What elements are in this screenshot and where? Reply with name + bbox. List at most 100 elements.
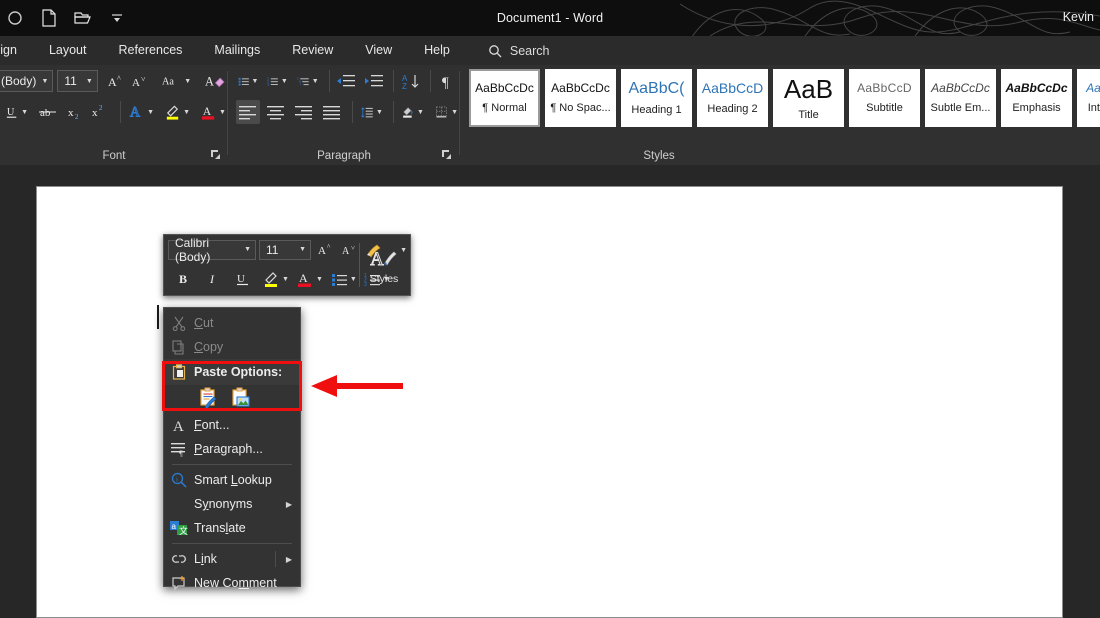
style-card-no-spacing[interactable]: AaBbCcDc ¶ No Spac... [545,69,616,127]
context-menu-item-paste-options[interactable]: Paste Options: [164,359,300,385]
context-menu-item-paragraph[interactable]: ¶ Paragraph... [164,437,300,461]
context-menu-item-copy[interactable]: Copy [164,335,300,359]
mini-font-name-value: Calibri (Body) [175,235,211,264]
ribbon-group-label-styles: Styles [643,150,675,162]
font-icon: A [164,417,194,433]
svg-text:U: U [237,273,245,285]
svg-text:¶: ¶ [442,75,449,90]
mini-toolbar[interactable]: Calibri (Body) ▼ 11 ▼ A ^ A ˅ B I U ▼ A … [163,234,411,296]
svg-text:ab: ab [40,107,51,119]
tab-layout[interactable]: Layout [33,36,103,65]
tab-references[interactable]: References [102,36,198,65]
align-left-button[interactable] [236,100,260,124]
justify-button[interactable] [320,100,344,124]
text-cursor [157,305,159,329]
mini-bold-button[interactable]: B [172,267,196,291]
context-menu-item-smart-lookup[interactable]: i Smart Lookup [164,468,300,492]
svg-text:^: ^ [117,74,121,83]
tab-view[interactable]: View [349,36,408,65]
context-menu-item-font[interactable]: A Font... [164,413,300,437]
mini-font-color-button[interactable]: A ▼ [295,267,325,291]
context-menu-item-cut[interactable]: Cut [164,311,300,335]
mini-font-size-value: 11 [266,242,279,257]
chevron-down-icon: ▼ [41,77,49,85]
mini-underline-button[interactable]: U [230,267,254,291]
context-menu-item-link[interactable]: Link ▶ [164,547,300,571]
borders-button[interactable]: ▼ [433,100,460,124]
svg-text:2: 2 [99,104,103,112]
paste-keep-source-formatting-icon[interactable] [198,386,220,408]
svg-text:i: i [176,476,178,484]
style-card-heading-2[interactable]: AaBbCcD Heading 2 [697,69,768,127]
mini-font-name-combo[interactable]: Calibri (Body) ▼ [168,236,256,264]
tab-review[interactable]: Review [276,36,349,65]
align-right-button[interactable] [292,100,316,124]
underline-button[interactable]: U ▼ [2,100,30,124]
text-highlight-color-button[interactable]: ▼ [162,100,192,124]
change-case-button[interactable]: Aa ▼ [160,69,193,93]
font-size-combo[interactable]: 11 ▼ [57,70,98,92]
context-menu-item-synonyms[interactable]: Synonyms ▶ [164,492,300,516]
mini-text-highlight-color-button[interactable]: ▼ [260,267,291,291]
shrink-font-button[interactable]: A ˅ [128,69,152,93]
tab-mailings[interactable]: Mailings [198,36,276,65]
chevron-down-icon: ▼ [280,77,288,85]
tab-help[interactable]: Help [408,36,466,65]
svg-text:Z: Z [402,82,407,90]
align-center-button[interactable] [264,100,288,124]
decrease-indent-button[interactable] [334,69,358,93]
clear-formatting-button[interactable]: A [203,69,228,93]
subscript-button[interactable]: x2 [64,100,88,124]
style-card-emphasis[interactable]: AaBbCcDc Emphasis [1001,69,1072,127]
chevron-down-icon: ▼ [282,275,289,283]
tab-design[interactable]: sign [0,36,33,65]
increase-indent-button[interactable] [362,69,386,93]
sort-button[interactable]: A Z [399,69,423,93]
font-settings-dialog-launcher[interactable] [210,149,222,161]
style-card-normal[interactable]: AaBbCcDc ¶ Normal [469,69,540,127]
shading-button[interactable]: ▼ [399,100,426,124]
style-card-heading-1[interactable]: AaBbC( Heading 1 [621,69,692,127]
divider [120,101,122,123]
svg-text:I: I [209,272,215,286]
chevron-down-icon[interactable]: ▼ [400,247,407,254]
search-box[interactable]: Search [488,44,549,58]
grow-font-button[interactable]: A ^ [104,69,128,93]
style-card-subtitle[interactable]: AaBbCcD Subtitle [849,69,920,127]
multilevel-list-button[interactable]: 1 a i ▼ [295,69,321,93]
paste-options-row[interactable] [164,385,300,409]
svg-text:x: x [68,107,74,119]
context-menu-label: Synonyms [194,497,253,511]
show-formatting-marks-button[interactable]: ¶ [436,69,460,93]
mini-grow-font-button[interactable]: A ^ [314,238,338,262]
numbering-button[interactable]: 1 2 3 ▼ [265,69,289,93]
context-menu-item-translate[interactable]: a 文 Translate [164,516,300,540]
mini-bullets-button[interactable]: ▼ [329,267,359,291]
svg-text:a: a [172,522,177,531]
chevron-right-icon[interactable]: ▶ [286,555,292,564]
divider [352,101,353,123]
bullets-button[interactable]: ▼ [236,69,260,93]
svg-text:i: i [300,83,301,87]
chevron-down-icon: ▼ [183,108,190,116]
mini-italic-button[interactable]: I [201,267,225,291]
context-menu[interactable]: Cut Copy Paste Options: A Font... ¶ Para… [163,307,301,591]
styles-gallery[interactable]: AaBbCcDc ¶ Normal AaBbCcDc ¶ No Spac... … [469,69,1100,127]
text-effects-button[interactable]: A ▼ [126,100,156,124]
style-card-intense-emphasis[interactable]: AaBbCcD Intense E. [1077,69,1100,127]
line-spacing-button[interactable]: ▼ [358,100,385,124]
paste-picture-icon[interactable] [230,386,252,408]
style-label: Emphasis [1012,101,1061,114]
font-name-combo[interactable]: (Body) ▼ [0,70,54,92]
style-card-subtle-emphasis[interactable]: AaBbCcDc Subtle Em... [925,69,996,127]
account-name[interactable]: Kevin [1063,10,1094,24]
svg-text:A: A [205,75,214,89]
window-title: Document1 - Word [496,11,604,25]
context-menu-label: Paste Options: [194,365,283,379]
strikethrough-button[interactable]: ab [36,100,60,124]
style-card-title[interactable]: AaB Title [773,69,844,127]
context-menu-item-new-comment[interactable]: New Comment [164,571,300,595]
font-color-button[interactable]: A ▼ [198,100,228,124]
mini-font-size-combo[interactable]: 11 ▼ [259,239,311,260]
superscript-button[interactable]: x2 [88,100,112,124]
